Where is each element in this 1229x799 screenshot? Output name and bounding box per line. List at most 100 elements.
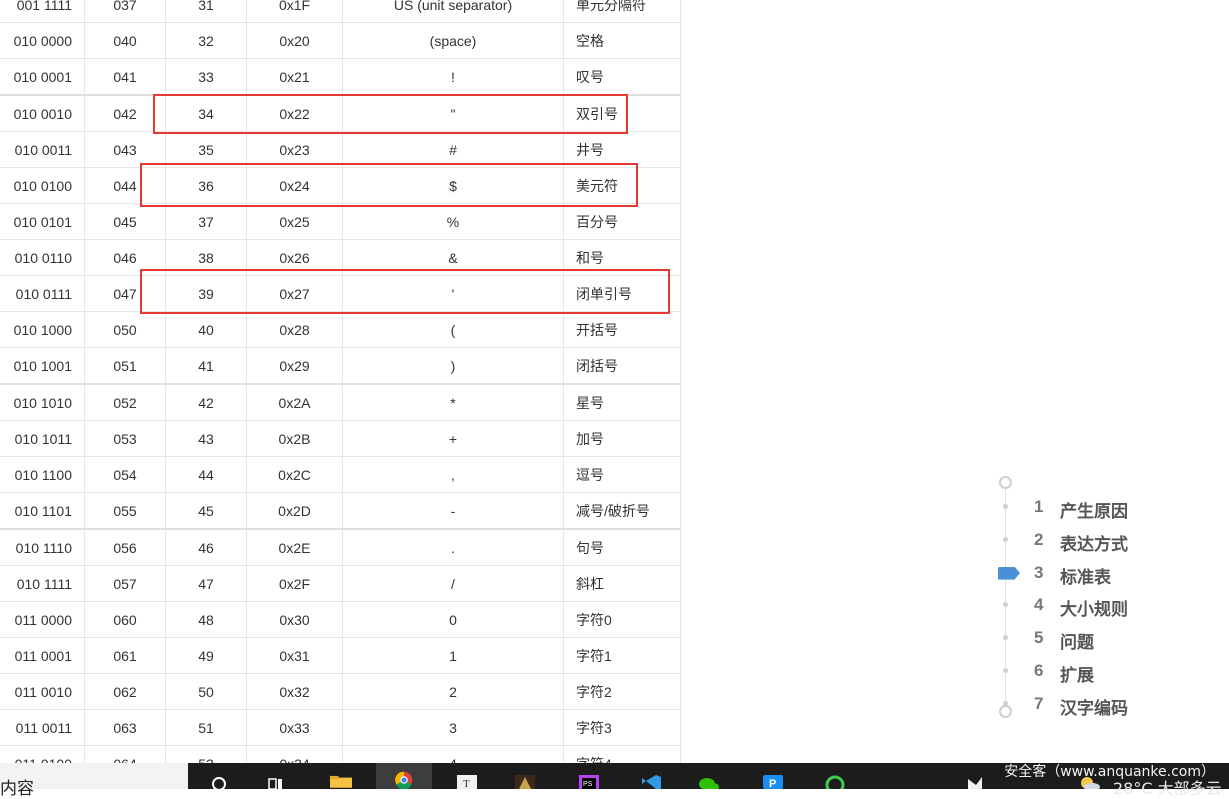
cell-bin: 010 0001 (0, 58, 85, 96)
cell-bin: 010 1011 (0, 420, 85, 457)
cell-dec: 42 (165, 384, 247, 421)
toc-item-4[interactable]: 4 大小规则 (996, 593, 1156, 620)
wechat-icon[interactable] (698, 773, 720, 789)
cell-dec: 44 (165, 456, 247, 493)
table-row: 010 1000 050 40 0x28(开括号 (0, 311, 681, 348)
cell-chr: , (342, 456, 564, 493)
vscode-icon[interactable] (640, 773, 662, 789)
cell-oct: 043 (84, 131, 166, 168)
toc-item-2[interactable]: 2 表达方式 (996, 528, 1156, 555)
cell-dec: 46 (165, 529, 247, 566)
cell-oct: 046 (84, 239, 166, 276)
table-row: 011 0011 063 51 0x33 3 字符3 (0, 709, 681, 746)
cell-chr: " (342, 95, 564, 132)
toc-item-7[interactable]: 7 汉字编码 (996, 692, 1156, 719)
cell-desc: 叹号 (563, 58, 681, 96)
cell-dec: 32 (165, 22, 247, 59)
cell-dec: 41 (165, 347, 247, 385)
chrome-icon[interactable] (392, 771, 416, 789)
cell-dec: 47 (165, 565, 247, 602)
toc-item-number: 7 (1034, 693, 1044, 713)
phpstorm-icon[interactable]: PS (578, 773, 600, 789)
cell-hex: 0x33 (246, 709, 343, 746)
table-of-contents: 1 产生原因 2 表达方式 3 标准表 4 大小规则 5 问题 6 扩展 7 汉字编码 (996, 474, 1156, 720)
cell-hex: 0x2F (246, 565, 343, 602)
typora-icon[interactable]: T (456, 773, 478, 789)
cell-desc: 字符3 (563, 709, 681, 746)
table-row: 011 0010 062 50 0x32 2 字符2 (0, 673, 681, 710)
toc-dot-icon (1003, 635, 1008, 641)
toc-item-number: 1 (1034, 497, 1044, 516)
cell-hex: 0x21 (246, 58, 343, 96)
cell-chr: % (342, 203, 564, 240)
toc-item-number: 2 (1034, 529, 1044, 549)
cell-dec: 49 (165, 637, 247, 674)
toc-item-3[interactable]: 3 标准表 (996, 561, 1156, 588)
cell-desc: 美元符 (563, 167, 681, 204)
cell-oct: 050 (84, 311, 166, 348)
cell-desc: 百分号 (563, 203, 681, 240)
cell-dec: 37 (165, 203, 247, 240)
cell-chr: ) (342, 347, 564, 385)
cell-dec: 45 (165, 492, 247, 530)
toc-item-label: 表达方式 (1060, 534, 1128, 555)
p-app-icon[interactable]: P (762, 773, 784, 789)
cell-oct: 040 (84, 22, 166, 59)
cell-hex: 0x1F (246, 0, 343, 23)
cell-bin: 010 1100 (0, 456, 85, 493)
table-row: 001 1111 037 31 0x1F US (unit separator) 单元分隔… (0, 0, 681, 23)
toc-item-label: 标准表 (1060, 567, 1111, 588)
cell-hex: 0x2E (246, 529, 343, 566)
toc-item-1[interactable]: 1 产生原因 (996, 495, 1156, 522)
cell-hex: 0x29 (246, 347, 343, 385)
cell-desc: 双引号 (563, 95, 681, 132)
watermark-text: 安全客（www.anquanke.com） (1004, 764, 1215, 780)
cell-dec: 33 (165, 58, 247, 96)
left-partial-panel: 内容 (0, 763, 188, 799)
cell-dec: 38 (165, 239, 247, 276)
cell-desc: 字符1 (563, 637, 681, 674)
cell-bin: 010 0100 (0, 167, 85, 204)
table-row: 010 1100 054 44 0x2C, 逗号 (0, 456, 681, 493)
table-row: 010 0011 043 35 0x23 # 井号 (0, 131, 681, 168)
cell-hex: 0x26 (246, 239, 343, 276)
cell-bin: 001 1111 (0, 0, 85, 23)
cell-desc: 闭括号 (563, 347, 681, 385)
task-view-icon[interactable] (266, 773, 288, 789)
toc-item-6[interactable]: 6 扩展 (996, 659, 1156, 686)
cell-chr: 0 (342, 601, 564, 638)
cell-chr: US (unit separator) (342, 0, 564, 23)
toc-item-5[interactable]: 5 问题 (996, 626, 1156, 653)
toc-active-marker-icon (998, 566, 1020, 580)
cell-chr: - (342, 492, 564, 530)
file-explorer-icon[interactable] (330, 773, 352, 789)
table-row: 010 1001 051 41 0x29) 闭括号 (0, 347, 681, 385)
cell-hex: 0x2A (246, 384, 343, 421)
table-row: 010 0101 045 37 0x25% 百分号 (0, 203, 681, 240)
cell-bin: 011 0001 (0, 637, 85, 674)
cell-hex: 0x25 (246, 203, 343, 240)
toc-item-label: 汉字编码 (1060, 698, 1128, 719)
svg-text:PS: PS (583, 781, 593, 788)
cell-oct: 051 (84, 347, 166, 385)
white-app-icon[interactable] (964, 773, 986, 789)
cell-chr: $ (342, 167, 564, 204)
toc-top-cap (999, 476, 1012, 489)
cell-oct: 044 (84, 167, 166, 204)
cell-oct: 042 (84, 95, 166, 132)
green-app-icon[interactable] (824, 773, 846, 789)
cell-hex: 0x2B (246, 420, 343, 457)
cell-oct: 061 (84, 637, 166, 674)
toc-dot-icon (1003, 700, 1008, 706)
toc-dot-icon (1003, 602, 1008, 608)
cell-oct: 056 (84, 529, 166, 566)
search-icon[interactable] (208, 773, 230, 789)
cell-hex: 0x31 (246, 637, 343, 674)
ascii-table: 001 1111 037 31 0x1F US (unit separator) 单元分隔… (0, 0, 681, 782)
cell-oct: 045 (84, 203, 166, 240)
left-partial-text: 内容 (0, 779, 34, 799)
cell-oct: 054 (84, 456, 166, 493)
cell-hex: 0x22 (246, 95, 343, 132)
svg-text:P: P (769, 778, 776, 789)
game-icon[interactable] (514, 773, 536, 789)
